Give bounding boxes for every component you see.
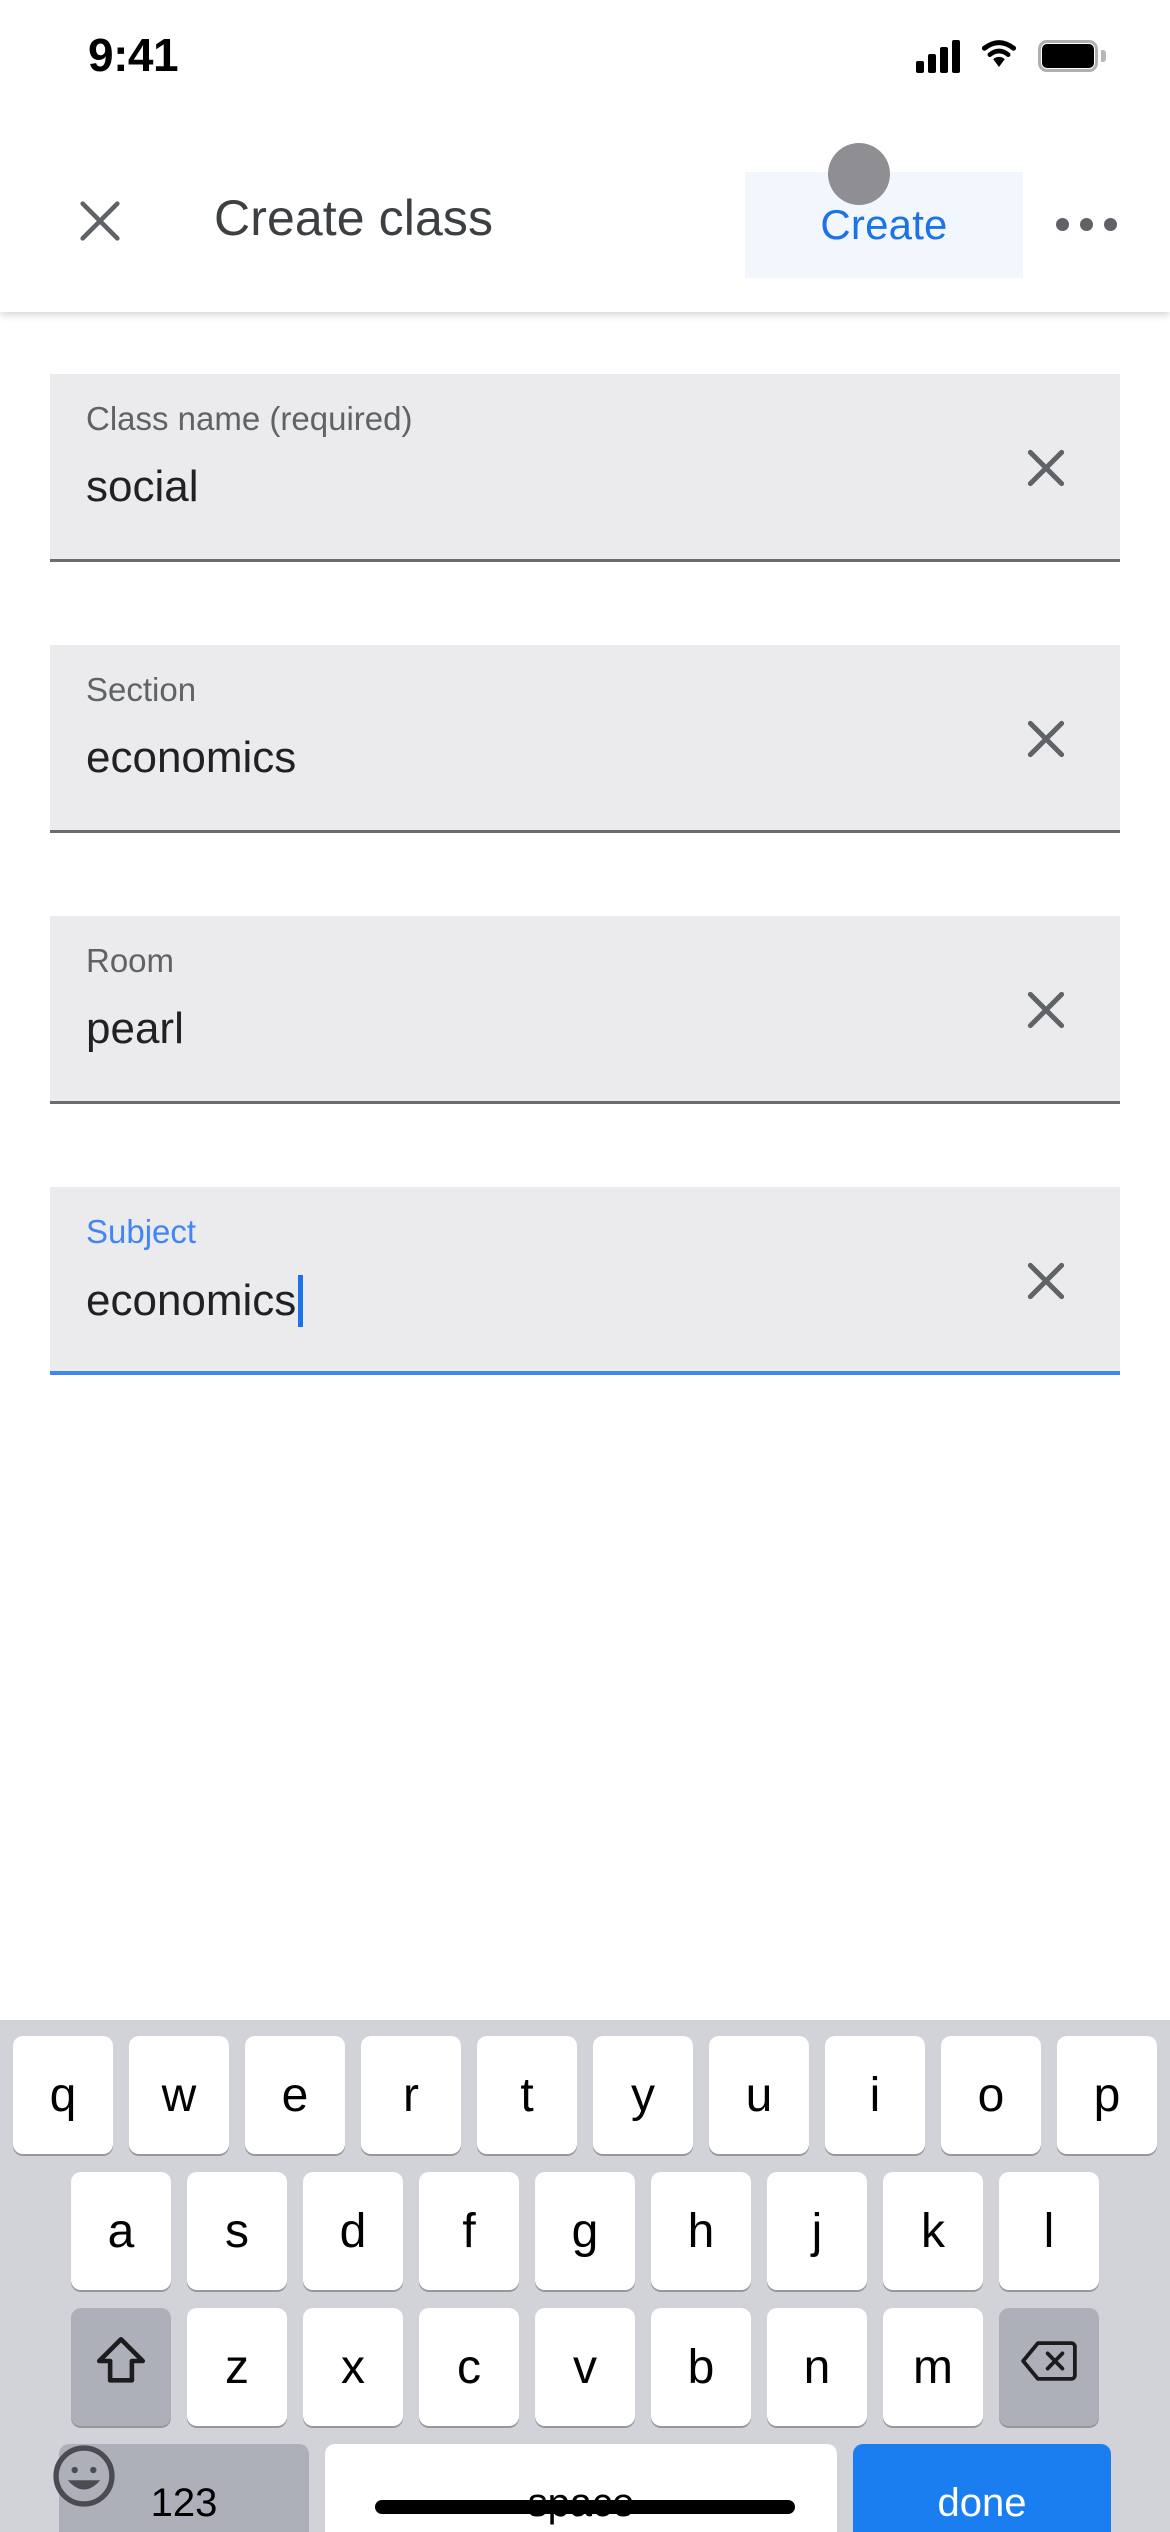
close-icon — [74, 195, 126, 252]
create-class-form: Class name (required) social Section eco… — [0, 312, 1170, 1647]
key-j[interactable]: j — [767, 2172, 867, 2290]
key-r[interactable]: r — [361, 2036, 461, 2154]
page-title: Create class — [214, 190, 494, 246]
field-label: Class name (required) — [86, 400, 413, 437]
field-value: social — [86, 462, 199, 512]
close-button[interactable] — [55, 178, 145, 268]
field-text: social — [86, 462, 199, 511]
clear-class-name-button[interactable] — [1000, 424, 1092, 516]
status-icons — [916, 36, 1106, 75]
app-bar: Create class Create — [0, 132, 1170, 312]
key-i[interactable]: i — [825, 2036, 925, 2154]
emoji-icon — [48, 2445, 120, 2516]
key-z[interactable]: z — [187, 2308, 287, 2426]
shift-key[interactable] — [71, 2308, 171, 2426]
keyboard-row-1: q w e r t y u i o p — [0, 2036, 1170, 2154]
field-label: Room — [86, 942, 175, 979]
wifi-icon — [978, 36, 1020, 75]
field-text: economics — [86, 733, 297, 782]
field-section[interactable]: Section economics — [50, 645, 1120, 833]
key-d[interactable]: d — [303, 2172, 403, 2290]
more-options-icon — [1055, 217, 1117, 231]
more-options-button[interactable] — [1038, 176, 1134, 272]
status-bar: 9:41 — [0, 0, 1170, 132]
on-screen-keyboard: q w e r t y u i o p a s d f g h j k l z … — [0, 2020, 1170, 2532]
keyboard-row-2: a s d f g h j k l — [0, 2172, 1170, 2290]
field-text: pearl — [86, 1004, 184, 1053]
key-n[interactable]: n — [767, 2308, 867, 2426]
key-h[interactable]: h — [651, 2172, 751, 2290]
key-w[interactable]: w — [129, 2036, 229, 2154]
field-label: Section — [86, 671, 197, 708]
field-value: economics — [86, 733, 296, 783]
field-value: pearl — [86, 1004, 184, 1054]
field-value: economics — [86, 1275, 304, 1327]
field-room[interactable]: Room pearl — [50, 916, 1120, 1104]
key-k[interactable]: k — [883, 2172, 983, 2290]
clear-icon — [1021, 714, 1071, 769]
backspace-key[interactable] — [999, 2308, 1099, 2426]
field-class-name[interactable]: Class name (required) social — [50, 374, 1120, 562]
key-a[interactable]: a — [71, 2172, 171, 2290]
key-e[interactable]: e — [245, 2036, 345, 2154]
field-label: Subject — [86, 1213, 197, 1250]
create-button-label: Create — [820, 201, 948, 248]
battery-icon — [1038, 39, 1106, 72]
field-subject[interactable]: Subject economics — [50, 1187, 1120, 1375]
key-p[interactable]: p — [1057, 2036, 1157, 2154]
text-cursor — [298, 1275, 304, 1327]
keyboard-row-3: z x c v b n m — [0, 2308, 1170, 2426]
key-s[interactable]: s — [187, 2172, 287, 2290]
keyboard-row-4: 123 space done — [0, 2444, 1170, 2532]
key-t[interactable]: t — [477, 2036, 577, 2154]
key-y[interactable]: y — [593, 2036, 693, 2154]
key-o[interactable]: o — [941, 2036, 1041, 2154]
clear-icon — [1021, 1256, 1071, 1311]
clear-subject-button[interactable] — [1000, 1237, 1092, 1329]
key-l[interactable]: l — [999, 2172, 1099, 2290]
clear-icon — [1021, 443, 1071, 498]
status-time: 9:41 — [88, 29, 179, 81]
space-key[interactable]: space — [325, 2444, 837, 2532]
clear-section-button[interactable] — [1000, 695, 1092, 787]
key-g[interactable]: g — [535, 2172, 635, 2290]
key-u[interactable]: u — [709, 2036, 809, 2154]
clear-icon — [1021, 985, 1071, 1040]
emoji-button[interactable] — [48, 2440, 120, 2512]
shift-icon — [92, 2332, 150, 2402]
key-f[interactable]: f — [419, 2172, 519, 2290]
done-key[interactable]: done — [853, 2444, 1111, 2532]
key-v[interactable]: v — [535, 2308, 635, 2426]
key-m[interactable]: m — [883, 2308, 983, 2426]
backspace-icon — [1020, 2332, 1078, 2402]
clear-room-button[interactable] — [1000, 966, 1092, 1058]
field-text: economics — [86, 1276, 297, 1325]
key-b[interactable]: b — [651, 2308, 751, 2426]
key-x[interactable]: x — [303, 2308, 403, 2426]
cellular-signal-icon — [916, 39, 960, 73]
home-indicator — [375, 2500, 795, 2514]
touch-point-indicator — [828, 143, 890, 205]
key-q[interactable]: q — [13, 2036, 113, 2154]
key-c[interactable]: c — [419, 2308, 519, 2426]
